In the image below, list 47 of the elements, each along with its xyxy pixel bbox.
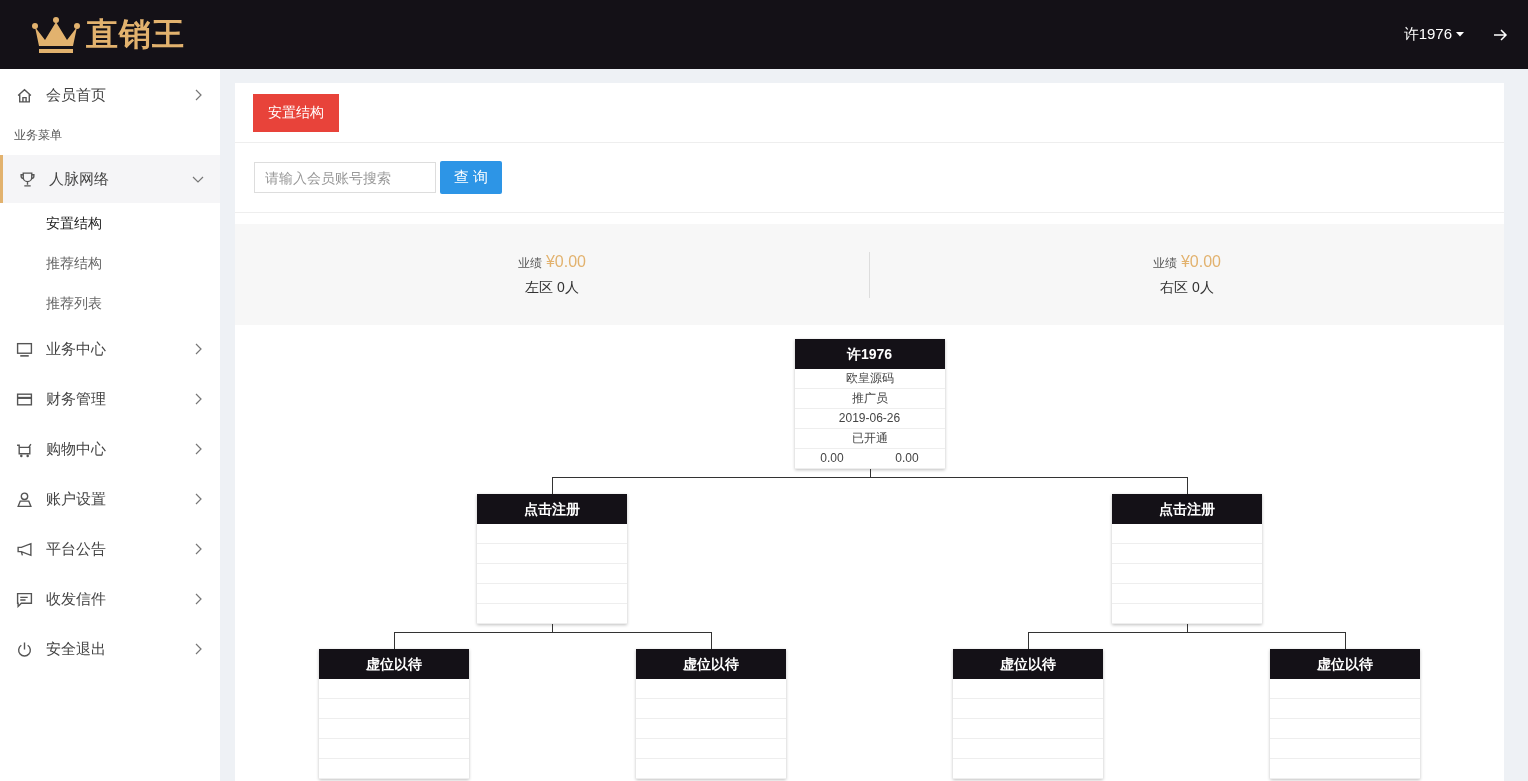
node-field: 2019-06-26 xyxy=(794,409,945,429)
menu-section-label: 业务菜单 xyxy=(13,127,63,144)
page-tab[interactable]: 安置结构 xyxy=(253,93,339,132)
home-icon xyxy=(16,86,33,104)
user-icon xyxy=(16,490,33,508)
zone-count: 左区 0人 xyxy=(524,278,580,297)
stat-label: 业绩 xyxy=(1153,255,1178,270)
stat-amount: ¥0.00 xyxy=(545,252,586,270)
menu-item[interactable]: 安全退出 xyxy=(0,625,220,673)
zone-count: 右区 0人 xyxy=(1159,278,1215,297)
stat-amount: ¥0.00 xyxy=(1180,252,1221,270)
power-icon xyxy=(16,640,33,658)
monitor-icon xyxy=(16,340,33,358)
stat-label: 业绩 xyxy=(518,255,543,270)
node-title[interactable]: 虚位以待 xyxy=(635,649,786,679)
node-value: 0.00 xyxy=(820,450,844,467)
submenu-item[interactable]: 推荐列表 xyxy=(0,283,220,323)
megaphone-icon xyxy=(16,540,33,558)
node-title: 许1976 xyxy=(794,339,945,369)
trophy-icon xyxy=(19,170,36,188)
logout-arrow-icon[interactable] xyxy=(1492,26,1508,43)
crown-icon xyxy=(32,14,80,55)
menu-item[interactable]: 人脉网络 xyxy=(0,155,220,203)
menu-item[interactable]: 收发信件 xyxy=(0,575,220,623)
node-field: 已开通 xyxy=(794,429,945,449)
menu-item[interactable]: 财务管理 xyxy=(0,375,220,423)
submenu-item[interactable]: 推荐结构 xyxy=(0,243,220,283)
menu-item[interactable]: 会员首页 xyxy=(0,71,220,119)
logo-text: 直销王 xyxy=(86,14,185,54)
node-title[interactable]: 点击注册 xyxy=(1111,494,1262,524)
card-icon xyxy=(16,390,33,408)
node-field: 欧皇源码 xyxy=(794,369,945,389)
search-field[interactable]: 请输入会员账号搜索 xyxy=(254,162,436,193)
node-value: 0.00 xyxy=(895,450,919,467)
node-field: 推广员 xyxy=(794,389,945,409)
node-title[interactable]: 虚位以待 xyxy=(953,649,1104,679)
menu-item[interactable]: 账户设置 xyxy=(0,475,220,523)
menu-item[interactable]: 平台公告 xyxy=(0,525,220,573)
submenu-item[interactable]: 安置结构 xyxy=(0,203,220,243)
caret-icon xyxy=(1456,32,1464,37)
menu-item[interactable]: 购物中心 xyxy=(0,425,220,473)
user-menu[interactable]: 许1976 xyxy=(1403,25,1464,44)
node-title[interactable]: 点击注册 xyxy=(477,494,628,524)
node-title[interactable]: 虚位以待 xyxy=(318,649,469,679)
message-icon xyxy=(16,590,33,608)
menu-item[interactable]: 业务中心 xyxy=(0,325,220,373)
node-title[interactable]: 虚位以待 xyxy=(1270,649,1421,679)
